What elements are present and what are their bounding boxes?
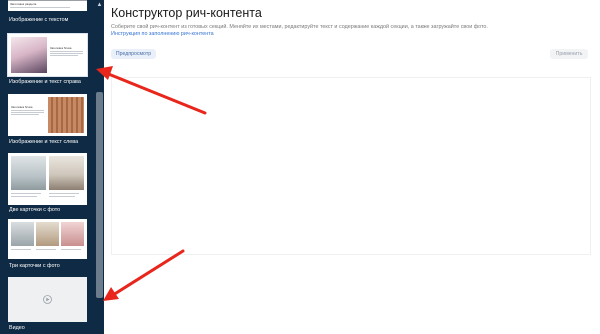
annotation-arrows: [96, 66, 207, 301]
arrow-icon: [103, 249, 185, 301]
arrow-icon: [96, 66, 207, 115]
